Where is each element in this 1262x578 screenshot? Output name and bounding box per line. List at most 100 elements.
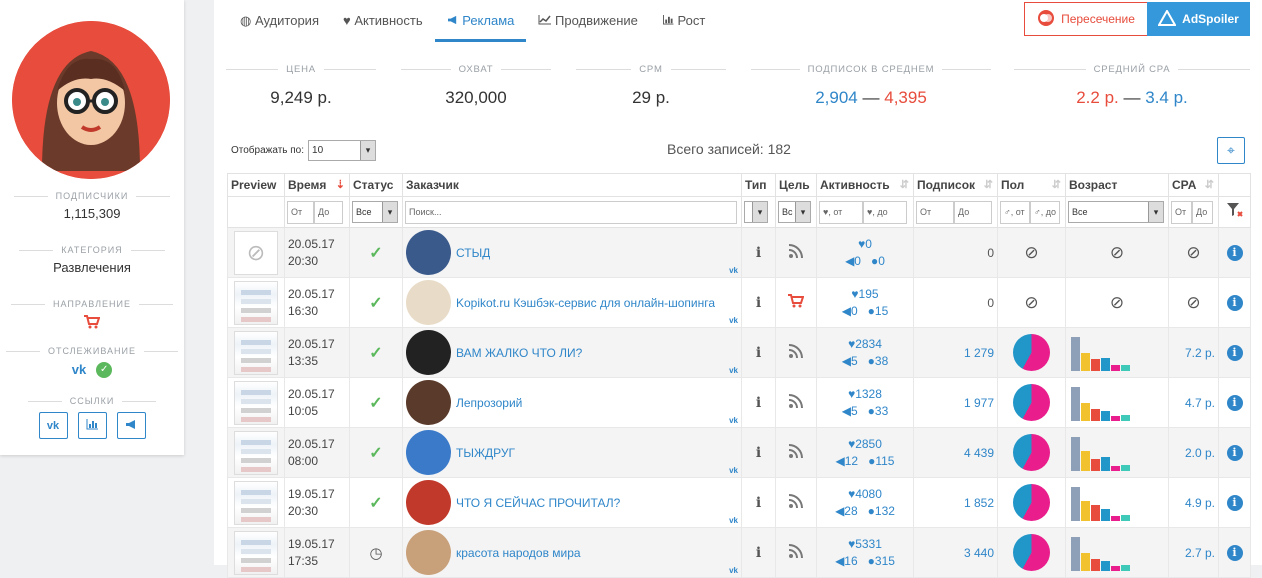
filter-clear-icon[interactable] [1226,202,1244,222]
activity-to-input[interactable]: ♥, до [863,200,907,224]
post-preview-thumbnail[interactable] [234,230,278,275]
customer-cell: Kopikot.ru Кэшбэк-сервис для онлайн-шопи… [402,277,742,328]
crosshair-button[interactable]: ⌖ [1217,137,1245,164]
cpa-cell: 2.7 р. [1168,527,1219,578]
info-icon[interactable]: i [1226,444,1243,461]
col-activity[interactable]: Активность ⇵ [816,173,914,197]
post-preview-thumbnail[interactable] [234,530,278,575]
customer-avatar[interactable] [406,280,451,325]
post-preview-thumbnail[interactable] [234,480,278,525]
stat-subs-label: ПОДПИСОК В СРЕДНЕМ [751,64,991,75]
tab-activity[interactable]: ♥ Активность [331,0,435,42]
type-select[interactable] [744,201,768,223]
post-preview-thumbnail[interactable] [234,380,278,425]
post-preview-thumbnail[interactable] [234,280,278,325]
goal-select[interactable]: Вс [778,201,811,223]
ads-link-button[interactable] [116,412,146,439]
cpa-from-input[interactable]: От [1171,200,1192,224]
subs-from-input[interactable]: От [916,200,954,224]
sort-icon[interactable]: ⇵ [984,178,993,191]
gender-pie-chart[interactable] [1013,384,1050,421]
gender-pie-chart[interactable] [1013,484,1050,521]
age-bar-chart[interactable] [1069,435,1165,471]
gender-pie-chart[interactable] [1013,434,1050,471]
col-gender[interactable]: Пол ⇵ [997,173,1066,197]
post-time: 20:30 [288,503,319,518]
customer-name-link[interactable]: ВАМ ЖАЛКО ЧТО ЛИ? [456,346,582,360]
heart-icon: ♥ [851,286,859,301]
customer-name-link[interactable]: ЧТО Я СЕЙЧАС ПРОЧИТАЛ? [456,496,620,510]
tab-promotion[interactable]: Продвижение [526,0,650,42]
customer-avatar[interactable] [406,380,451,425]
age-bar-chart[interactable] [1069,335,1165,371]
customer-name-link[interactable]: красота народов мира [456,546,581,560]
gender-pie-chart[interactable] [1013,534,1050,571]
tab-growth[interactable]: Рост [650,0,717,42]
cpa-value[interactable]: 7.2 р. [1172,346,1215,360]
subs-to-input[interactable]: До [954,200,992,224]
sort-desc-icon[interactable]: ⇣ [336,178,345,191]
customer-name-link[interactable]: Лепрозорий [456,396,522,410]
cpa-value[interactable]: 4.9 р. [1172,496,1215,510]
adspoiler-button[interactable]: AdSpoiler [1147,2,1250,36]
customer-name-link[interactable]: СТЫД [456,246,490,260]
filter-clear[interactable] [1218,196,1251,228]
tab-audience[interactable]: ◍ Аудитория [228,0,331,42]
cpa-value[interactable]: 2.0 р. [1172,446,1215,460]
age-bar-chart[interactable] [1069,485,1165,521]
cpa-value[interactable]: 2.7 р. [1172,546,1215,560]
info-icon[interactable]: i [1226,344,1243,361]
customer-avatar[interactable] [406,430,451,475]
cpa-cell: ⊘ [1168,227,1219,278]
subs-value[interactable]: 4 439 [917,446,994,460]
age-bar-chart[interactable] [1069,535,1165,571]
col-cpa[interactable]: CPA ⇵ [1168,173,1219,197]
type-cell: i [741,527,776,578]
customer-name-link[interactable]: Kopikot.ru Кэшбэк-сервис для онлайн-шопи… [456,296,715,310]
info-icon[interactable]: i [1226,244,1243,261]
cpa-value[interactable]: 4.7 р. [1172,396,1215,410]
post-preview-thumbnail[interactable] [234,330,278,375]
status-select[interactable]: Все [352,201,398,223]
time-from-input[interactable]: От [287,200,314,224]
customer-avatar[interactable] [406,480,451,525]
info-icon[interactable]: i [1226,494,1243,511]
actions-cell: i [1218,527,1251,578]
page-size-select[interactable]: 10 [308,140,377,161]
stats-link-button[interactable] [77,412,107,439]
info-icon[interactable]: i [1226,544,1243,561]
age-select[interactable]: Все [1068,201,1164,223]
cart-icon [84,315,101,332]
gender-from-input[interactable]: ♂, от [1000,200,1030,224]
cpa-to-input[interactable]: До [1192,200,1213,224]
gender-to-input[interactable]: ♂, до [1030,200,1060,224]
customer-search-input[interactable]: Поиск... [405,200,737,224]
subs-value[interactable]: 1 977 [917,396,994,410]
customer-avatar[interactable] [406,230,451,275]
col-subs[interactable]: Подписок ⇵ [913,173,998,197]
post-preview-thumbnail[interactable] [234,430,278,475]
tab-ads[interactable]: Реклама [434,0,527,42]
vk-link-button[interactable]: vk [38,412,68,439]
sort-icon[interactable]: ⇵ [900,178,909,191]
col-time[interactable]: Время ⇣ [284,173,350,197]
gender-cell [997,477,1066,528]
subs-value[interactable]: 1 279 [917,346,994,360]
table-row: 20.05.17 08:00 ✓ ТЫЖДРУГ vk i ♥2850 ◀12 ●115 4 43… [227,427,1251,478]
customer-name-link[interactable]: ТЫЖДРУГ [456,446,515,460]
sort-icon[interactable]: ⇵ [1052,178,1061,191]
age-bar-chart[interactable] [1069,385,1165,421]
subs-value[interactable]: 1 852 [917,496,994,510]
customer-avatar[interactable] [406,530,451,575]
intersection-button[interactable]: Пересечение [1024,2,1148,36]
activity-from-input[interactable]: ♥, от [819,200,863,224]
time-to-input[interactable]: До [314,200,343,224]
info-icon[interactable]: i [1226,394,1243,411]
vk-icon[interactable]: vk [72,362,86,378]
time-cell: 20.05.17 20:30 [284,227,350,278]
customer-avatar[interactable] [406,330,451,375]
info-icon[interactable]: i [1226,294,1243,311]
gender-pie-chart[interactable] [1013,334,1050,371]
sort-icon[interactable]: ⇵ [1205,178,1214,191]
subs-value[interactable]: 3 440 [917,546,994,560]
